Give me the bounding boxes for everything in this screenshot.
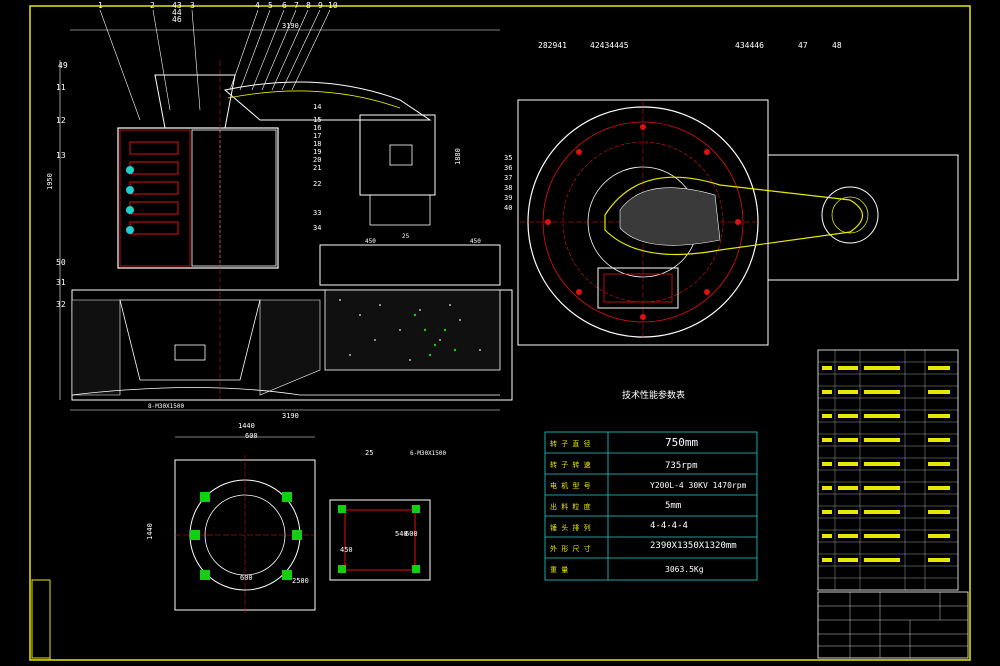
tech-row-value-3: 5mm	[665, 501, 681, 511]
plan-view: 282941 42434445 434446 47 48 35 36 37 38…	[504, 41, 959, 346]
parts-list	[817, 349, 969, 659]
callout-39: 39	[504, 194, 512, 202]
callout-434446: 434446	[735, 41, 764, 50]
left-side-notes	[31, 579, 51, 659]
callout-6: 6	[282, 1, 287, 10]
tech-row-value-4: 4-4-4-4	[650, 521, 688, 531]
dim-600-c: 600	[405, 530, 418, 538]
tech-row-label-2: 电 机 型 号	[550, 481, 591, 490]
dim-25-b: 25	[365, 449, 373, 457]
top-callout-numbers: 1 2 43 44 46 3 4 5 6 7 8 9 10	[98, 1, 338, 24]
tech-table: 技术性能参数表 转 子 直 径 转 子 转 速 电 机 型 号 出 料 粒 度 …	[544, 389, 758, 581]
dim-450-b: 450	[470, 238, 481, 245]
tech-row-label-4: 锤 头 排 列	[550, 523, 591, 532]
dim-left-height: 1950	[46, 173, 54, 190]
dim-1440: 1440	[238, 422, 255, 430]
callout-15: 15	[313, 116, 321, 124]
callout-14: 14	[313, 103, 321, 111]
bolt-note-a: 8-M30X1500	[148, 403, 185, 410]
dim-25: 25	[402, 233, 410, 240]
mid-callout-numbers: 14 15 16 17 18 19 20 21 22 33 34	[313, 103, 321, 232]
tech-row-label-5: 外 形 尺 寸	[550, 544, 591, 553]
dim-top-width: 3190	[282, 22, 299, 30]
callout-20: 20	[313, 156, 321, 164]
callout-31: 31	[56, 278, 66, 287]
callout-19: 19	[313, 148, 321, 156]
callout-47: 47	[798, 41, 808, 50]
foundation-plan: 1440 600 1440 600 2500 450 540 600 25 6-…	[146, 422, 447, 615]
dim-2500: 2500	[292, 577, 309, 585]
callout-16: 16	[313, 124, 321, 132]
callout-9: 9	[318, 1, 323, 10]
callout-37: 37	[504, 174, 512, 182]
callout-21: 21	[313, 164, 321, 172]
callout-2: 2	[150, 1, 155, 10]
callout-4: 4	[255, 1, 260, 10]
left-callout-numbers: 49 11 12 13 50 31 32	[56, 61, 68, 309]
dim-1440-v: 1440	[146, 523, 154, 540]
dim-450-a: 450	[365, 238, 376, 245]
dim-600-top: 600	[245, 432, 258, 440]
callout-7: 7	[294, 1, 299, 10]
callout-38: 38	[504, 184, 512, 192]
elevation-view: 3190 1950 1880 450 450 25 3190 8-M30X150…	[46, 22, 513, 420]
dim-motor-height: 1880	[454, 148, 462, 165]
tech-row-label-1: 转 子 转 速	[550, 460, 591, 469]
callout-40: 40	[504, 204, 512, 212]
tech-row-value-0: 750mm	[665, 436, 698, 449]
cad-drawing: 1 2 43 44 46 3 4 5 6 7 8 9 10 3190 1950	[29, 1, 971, 661]
callout-17: 17	[313, 132, 321, 140]
callout-33: 33	[313, 209, 321, 217]
dim-450-c: 450	[340, 546, 353, 554]
tech-row-value-1: 735rpm	[665, 461, 698, 471]
callout-10: 10	[328, 1, 338, 10]
tech-row-label-6: 重 量	[550, 566, 568, 574]
callout-36: 36	[504, 164, 512, 172]
callout-5: 5	[268, 1, 273, 10]
tech-table-title: 技术性能参数表	[622, 389, 685, 401]
callout-18: 18	[313, 140, 321, 148]
callout-32: 32	[56, 300, 66, 309]
callout-48: 48	[832, 41, 842, 50]
callout-13: 13	[56, 151, 66, 160]
callout-282941: 282941	[538, 41, 567, 50]
tech-row-label-3: 出 料 粒 度	[550, 502, 591, 511]
dim-600-b: 600	[240, 574, 253, 582]
callout-12: 12	[56, 116, 66, 125]
callout-35: 35	[504, 154, 512, 162]
tech-row-value-6: 3063.5Kg	[665, 565, 704, 574]
callout-42434445: 42434445	[590, 41, 629, 50]
callout-1: 1	[98, 1, 103, 10]
bolt-note-b: 6-M30X1500	[410, 450, 447, 457]
callout-22: 22	[313, 180, 321, 188]
callout-50: 50	[56, 258, 66, 267]
callout-49: 49	[58, 61, 68, 70]
dim-bottom-width: 3190	[282, 412, 299, 420]
tech-row-value-5: 2390X1350X1320mm	[650, 541, 737, 551]
callout-11: 11	[56, 83, 66, 92]
callout-34: 34	[313, 224, 321, 232]
tech-row-label-0: 转 子 直 径	[550, 439, 591, 448]
tech-row-value-2: Y200L-4 30KV 1470rpm	[650, 481, 747, 490]
callout-3: 3	[190, 1, 195, 10]
callout-8: 8	[306, 1, 311, 10]
callout-46: 46	[172, 15, 182, 24]
